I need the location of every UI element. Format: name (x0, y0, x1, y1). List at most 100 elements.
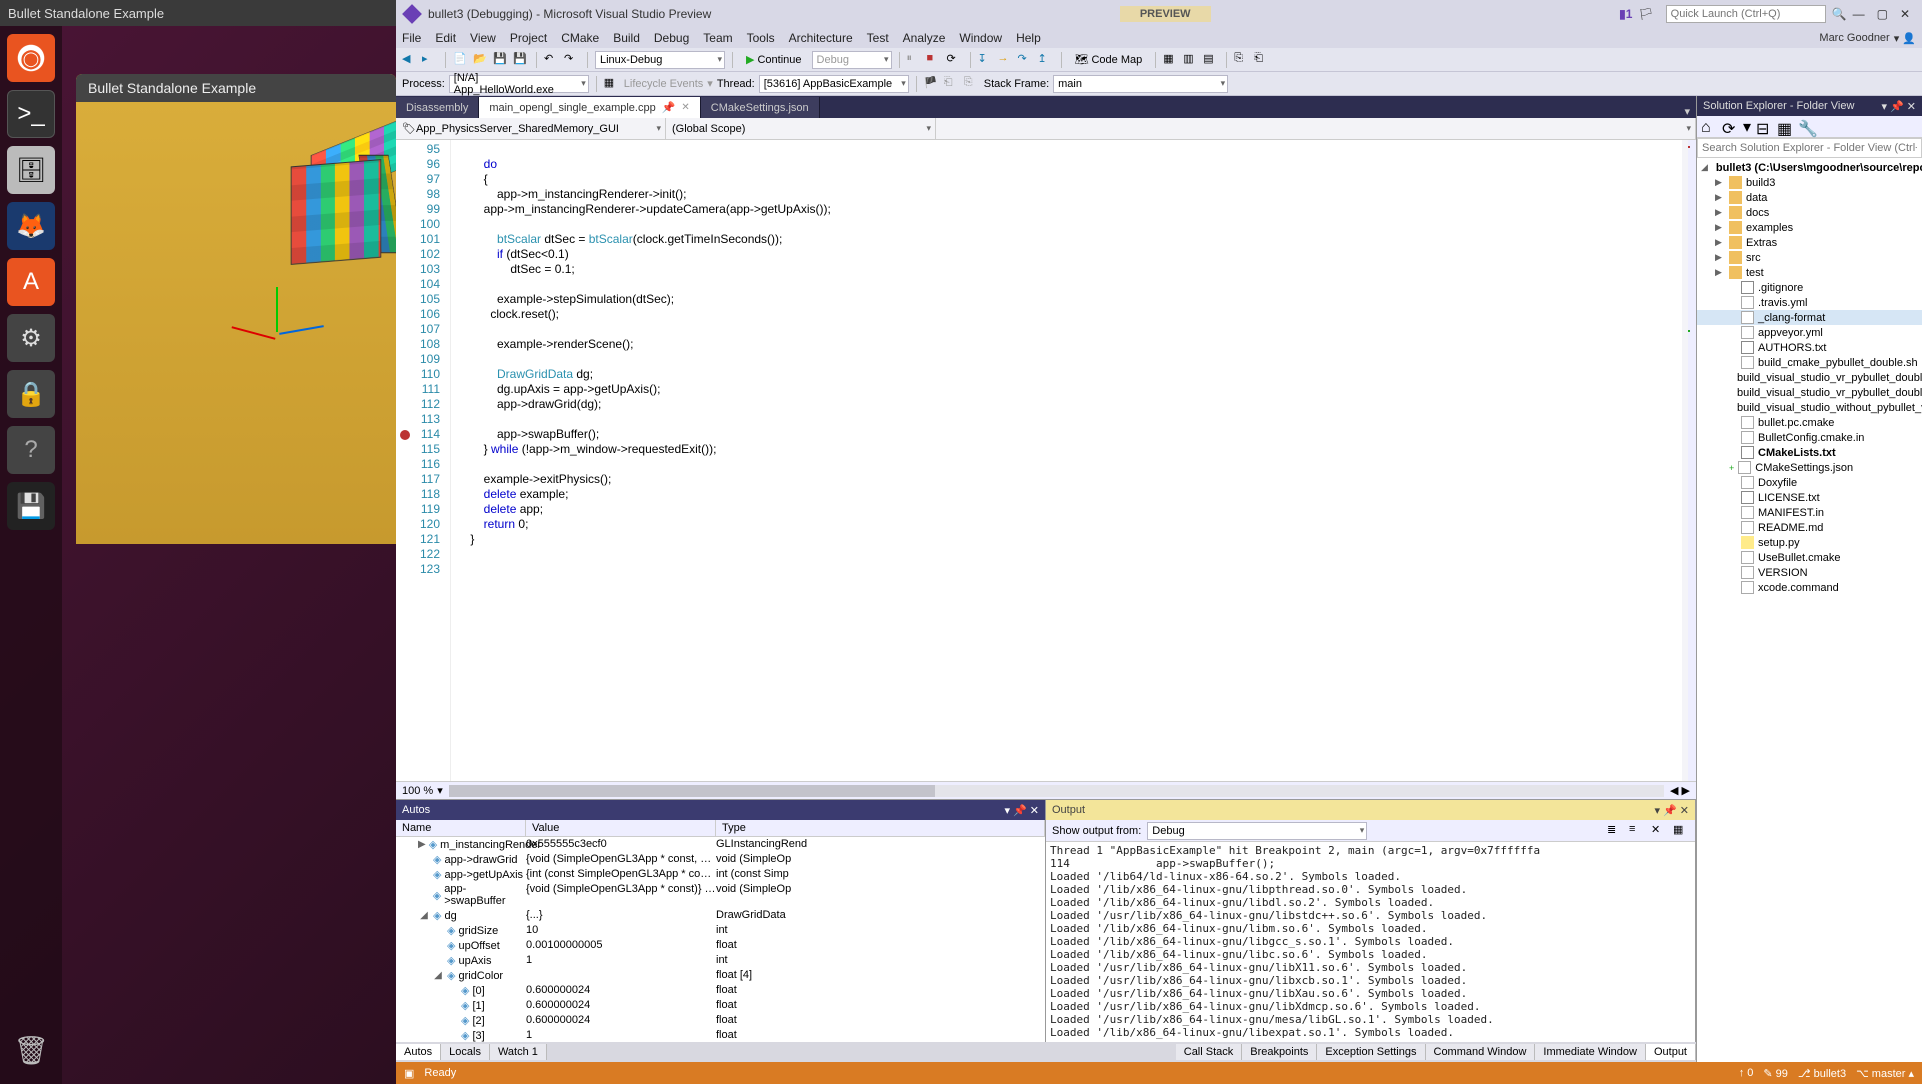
search-icon[interactable]: 🔍 (1832, 7, 1847, 21)
notifications-icon[interactable]: ▮1 (1619, 7, 1632, 21)
stackframe-dropdown[interactable]: main (1053, 75, 1228, 93)
sln-collapse-icon[interactable]: ⊟ (1756, 119, 1772, 135)
tree-folder[interactable]: ▶build3 (1697, 175, 1922, 190)
minimize-button[interactable]: — (1853, 7, 1865, 21)
files-icon[interactable]: 🗄 (7, 146, 55, 194)
editor-vscrollbar[interactable] (1682, 140, 1696, 781)
sln-home-icon[interactable]: ⌂ (1701, 119, 1717, 135)
menu-tools[interactable]: Tools (747, 31, 775, 45)
quick-launch-input[interactable] (1666, 5, 1826, 23)
autos-col-value[interactable]: Value (526, 820, 716, 836)
output-panel-title[interactable]: Output ▾📌✕ (1046, 800, 1695, 820)
btab-breakpoints[interactable]: Breakpoints (1242, 1044, 1317, 1060)
tree-file[interactable]: build_visual_studio_vr_pybullet_double.b… (1697, 370, 1922, 385)
tree-file[interactable]: .gitignore (1697, 280, 1922, 295)
pin-icon[interactable]: 📌 (662, 101, 676, 114)
status-branch[interactable]: ⌥ master ▴ (1856, 1067, 1914, 1080)
tb-misc3-icon[interactable]: ▤ (1203, 52, 1219, 68)
code-map-button[interactable]: 🗺 Code Map (1069, 53, 1149, 66)
tb-misc4-icon[interactable]: ⎘ (1234, 52, 1250, 68)
menu-architecture[interactable]: Architecture (789, 31, 853, 45)
save-all-icon[interactable]: 💾 (513, 52, 529, 68)
sln-dropdown-icon[interactable]: ▾ (1882, 100, 1888, 113)
tree-file[interactable]: BulletConfig.cmake.in (1697, 430, 1922, 445)
sln-tb-dd-icon[interactable]: ▾ (1743, 117, 1751, 137)
tree-file[interactable]: AUTHORS.txt (1697, 340, 1922, 355)
tree-file[interactable]: bullet.pc.cmake (1697, 415, 1922, 430)
autos-dropdown-icon[interactable]: ▾ (1005, 804, 1011, 817)
open-icon[interactable]: 📂 (473, 52, 489, 68)
status-pending-icon[interactable]: ✎ 99 (1763, 1067, 1788, 1080)
tree-file[interactable]: LICENSE.txt (1697, 490, 1922, 505)
tree-folder[interactable]: ▶docs (1697, 205, 1922, 220)
restart-icon[interactable]: ⟳ (947, 52, 963, 68)
continue-button[interactable]: ▶ Continue (740, 53, 808, 66)
redo-icon[interactable]: ↷ (564, 52, 580, 68)
bullet-3d-viewport[interactable] (76, 102, 396, 544)
stop-icon[interactable]: ■ (927, 52, 943, 68)
btab-immediate-window[interactable]: Immediate Window (1535, 1044, 1646, 1060)
autos-row[interactable]: ◢◈gridColorfloat [4] (396, 968, 1045, 983)
status-repo[interactable]: ⎇ bullet3 (1798, 1067, 1846, 1080)
menu-team[interactable]: Team (703, 31, 732, 45)
autos-row[interactable]: ▶◈m_instancingRender0x555555c3ecf0GLInst… (396, 837, 1045, 852)
menu-build[interactable]: Build (613, 31, 640, 45)
user-account[interactable]: Marc Goodner ▾ 👤 (1819, 32, 1916, 45)
tree-file[interactable]: build_visual_studio_without_pybullet_vr.… (1697, 400, 1922, 415)
navbar-project-dropdown[interactable]: 🏷 App_PhysicsServer_SharedMemory_GUI (396, 118, 666, 139)
lock-icon[interactable]: 🔒 (7, 370, 55, 418)
show-next-icon[interactable]: → (998, 52, 1014, 68)
solution-tree[interactable]: ◢bullet3 (C:\Users\mgoodner\source\repos… (1697, 158, 1922, 1062)
autos-pin-icon[interactable]: 📌 (1013, 804, 1027, 817)
tree-file[interactable]: build_visual_studio_vr_pybullet_double_c… (1697, 385, 1922, 400)
lifecycle-label[interactable]: Lifecycle Events (624, 78, 703, 90)
save-icon[interactable]: 💾 (7, 482, 55, 530)
btab-locals[interactable]: Locals (441, 1044, 490, 1060)
autos-grid[interactable]: ▶◈m_instancingRender0x555555c3ecf0GLInst… (396, 837, 1045, 1042)
btab-call-stack[interactable]: Call Stack (1176, 1044, 1243, 1060)
btab-watch1[interactable]: Watch 1 (490, 1044, 547, 1060)
tab-main-cpp[interactable]: main_opengl_single_example.cpp 📌✕ (479, 97, 700, 118)
tree-file[interactable]: CMakeLists.txt (1697, 445, 1922, 460)
output-close-icon[interactable]: ✕ (1680, 804, 1689, 817)
output-dropdown-icon[interactable]: ▾ (1655, 804, 1661, 817)
tree-file[interactable]: build_cmake_pybullet_double.sh (1697, 355, 1922, 370)
step-into-icon[interactable]: ↧ (978, 52, 994, 68)
autos-row[interactable]: ◈[0]0.600000024float (396, 983, 1045, 998)
output-tb2-icon[interactable]: ≡ (1629, 823, 1645, 839)
status-publish-icon[interactable]: ↑ 0 (1739, 1067, 1754, 1079)
tree-file[interactable]: setup.py (1697, 535, 1922, 550)
close-button[interactable]: ✕ (1900, 7, 1910, 21)
autos-row[interactable]: ◈upAxis1int (396, 953, 1045, 968)
save-icon[interactable]: 💾 (493, 52, 509, 68)
sln-properties-icon[interactable]: 🔧 (1798, 119, 1814, 135)
menu-edit[interactable]: Edit (435, 31, 456, 45)
output-tb3-icon[interactable]: ✕ (1651, 823, 1667, 839)
btab-exception-settings[interactable]: Exception Settings (1317, 1044, 1425, 1060)
tree-file[interactable]: UseBullet.cmake (1697, 550, 1922, 565)
autos-row[interactable]: ◈[2]0.600000024float (396, 1013, 1045, 1028)
autos-row[interactable]: ◈gridSize10int (396, 923, 1045, 938)
editor-hscrollbar[interactable] (449, 785, 1664, 797)
thread-icon[interactable]: ⎗ (944, 76, 960, 92)
nav-back-icon[interactable]: ◀ (402, 52, 418, 68)
tab-cmakesettings[interactable]: CMakeSettings.json (701, 97, 820, 118)
output-source-dropdown[interactable]: Debug (1147, 822, 1367, 840)
sln-showall-icon[interactable]: ▦ (1777, 119, 1793, 135)
terminal-icon[interactable]: >_ (7, 90, 55, 138)
menu-view[interactable]: View (470, 31, 496, 45)
code-content[interactable]: do { app->m_instancingRenderer->init(); … (451, 140, 1696, 781)
ubuntu-logo-icon[interactable]: ◉ (7, 34, 55, 82)
tree-file[interactable]: README.md (1697, 520, 1922, 535)
undo-icon[interactable]: ↶ (544, 52, 560, 68)
tab-disassembly[interactable]: Disassembly (396, 97, 479, 118)
tree-file[interactable]: _clang-format (1697, 310, 1922, 325)
tree-file[interactable]: appveyor.yml (1697, 325, 1922, 340)
vs-titlebar[interactable]: bullet3 (Debugging) - Microsoft Visual S… (396, 0, 1922, 28)
sln-pin-icon[interactable]: 📌 (1890, 100, 1904, 113)
output-tb4-icon[interactable]: ▦ (1673, 823, 1689, 839)
trash-icon[interactable]: 🗑 (7, 1026, 55, 1074)
output-pin-icon[interactable]: 📌 (1663, 804, 1677, 817)
autos-row[interactable]: ◢◈dg{...}DrawGridData (396, 908, 1045, 923)
autos-row[interactable]: ◈app->getUpAxis{int (const SimpleOpenGL3… (396, 867, 1045, 882)
